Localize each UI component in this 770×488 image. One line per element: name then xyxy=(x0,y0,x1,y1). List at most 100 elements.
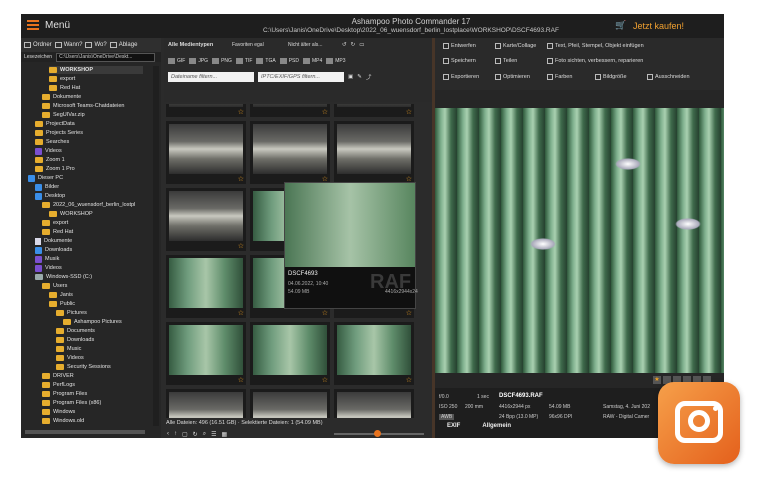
back-icon[interactable]: ‹ xyxy=(167,431,169,437)
format-checkbox[interactable]: TGA xyxy=(256,58,276,64)
toolbar-button[interactable]: Karte/Collage xyxy=(495,43,536,49)
tree-item[interactable]: Downloads xyxy=(35,246,143,254)
toolbar-button[interactable]: Text, Pfeil, Stempel, Objekt einfügen xyxy=(547,43,644,49)
thumbnail[interactable]: ☆ xyxy=(334,104,414,117)
star-icon[interactable]: ☆ xyxy=(406,377,412,384)
tree-item[interactable]: Desktop xyxy=(35,192,143,200)
favorites-select[interactable]: Favoriten egal xyxy=(232,42,284,48)
tab-general[interactable]: Allgemein xyxy=(482,423,511,429)
tree-item[interactable]: Downloads xyxy=(56,336,143,344)
storage-button[interactable]: Ablage xyxy=(109,42,137,48)
tree-item[interactable]: WORKSHOP xyxy=(49,66,143,74)
tree-item[interactable]: Public xyxy=(49,300,143,308)
tree-item[interactable]: Ashampoo Pictures xyxy=(63,318,143,326)
thumbnail[interactable]: ☆ xyxy=(166,121,246,184)
tree-item[interactable]: Janis xyxy=(49,291,143,299)
tree-h-scrollbar[interactable] xyxy=(25,430,145,434)
bookmarks-dropdown[interactable]: Lesezeichen xyxy=(24,54,52,60)
tree-item[interactable]: Program Files (x86) xyxy=(42,399,143,407)
tree-item[interactable]: Pictures xyxy=(56,309,143,317)
thumbnail[interactable]: ☆ xyxy=(166,188,246,251)
tree-item[interactable]: PerfLogs xyxy=(42,381,143,389)
tree-item[interactable]: Windows xyxy=(42,408,143,416)
tree-item[interactable]: Red Hat xyxy=(42,228,143,236)
tree-item[interactable]: 2022_06_wuensdorf_berlin_lostpl xyxy=(42,201,143,209)
tree-item[interactable]: WORKSHOP xyxy=(49,210,143,218)
tab-exif[interactable]: EXIF xyxy=(447,423,460,429)
toolbar-button[interactable]: Farben xyxy=(547,74,572,80)
view-icon[interactable]: ▦ xyxy=(221,431,227,438)
tree-item[interactable]: Dieser PC xyxy=(28,174,143,182)
tree-item[interactable]: ProjectData xyxy=(35,120,143,128)
thumbnail[interactable]: ☆ xyxy=(334,322,414,385)
thumbnail[interactable]: ☆ xyxy=(166,255,246,318)
tree-item[interactable]: Videos xyxy=(56,354,143,362)
tree-item[interactable]: Windows-SSD (C:) xyxy=(35,273,143,281)
thumbnail[interactable]: ☆ xyxy=(166,104,246,117)
toolbar-button[interactable]: Foto sichten, verbessern, reparieren xyxy=(547,58,643,64)
tree-item[interactable]: Videos xyxy=(35,147,143,155)
tree-item[interactable]: Security Sessions xyxy=(56,363,143,371)
toolbar-button[interactable]: Ausschneiden xyxy=(647,74,690,80)
slider-handle[interactable] xyxy=(374,430,381,437)
tree-item[interactable]: DRIVER xyxy=(42,372,143,380)
when-button[interactable]: Wann? xyxy=(54,42,82,48)
tree-item[interactable]: Program Files xyxy=(42,390,143,398)
format-checkbox[interactable]: JPG xyxy=(189,58,208,64)
tree-item[interactable]: Users xyxy=(42,282,143,290)
where-button[interactable]: Wo? xyxy=(85,42,107,48)
thumbnail[interactable]: ☆ xyxy=(166,389,246,418)
star-icon[interactable]: ☆ xyxy=(322,310,328,317)
thumbnail[interactable]: ☆ xyxy=(166,322,246,385)
tree-item[interactable]: Documents xyxy=(56,327,143,335)
path-field[interactable]: C:\Users\Janis\OneDrive\Deskt... xyxy=(56,52,155,62)
star-icon[interactable]: ☆ xyxy=(238,377,244,384)
rotate-right-icon[interactable]: ↻ xyxy=(351,42,356,48)
format-checkbox[interactable]: TIF xyxy=(235,58,252,64)
edit-icon[interactable]: ✎ xyxy=(357,74,362,80)
refresh-icon[interactable]: ↻ xyxy=(193,431,198,438)
thumbnail[interactable]: ☆ xyxy=(334,121,414,184)
star-icon[interactable]: ☆ xyxy=(406,310,412,317)
monitor-icon[interactable]: ▭ xyxy=(359,42,364,48)
tree-item[interactable]: Videos xyxy=(35,264,143,272)
thumbnail[interactable]: ☆ xyxy=(250,104,330,117)
cart-icon[interactable]: 🛒 xyxy=(615,20,626,31)
star-icon[interactable]: ☆ xyxy=(406,109,412,116)
tree-item[interactable]: Zoom 1 xyxy=(35,156,143,164)
thumbnail[interactable]: ☆ xyxy=(334,389,414,418)
tree-scrollbar[interactable] xyxy=(153,66,159,426)
buy-button[interactable]: Jetzt kaufen! xyxy=(633,21,684,31)
export-icon[interactable]: ⤴ xyxy=(366,73,372,81)
star-icon[interactable]: ☆ xyxy=(238,109,244,116)
trash-icon[interactable]: ▣ xyxy=(348,74,353,80)
age-select[interactable]: Nicht älter als... xyxy=(288,42,338,48)
select-icon[interactable]: ▢ xyxy=(182,431,188,438)
star-icon[interactable]: ☆ xyxy=(238,310,244,317)
format-checkbox[interactable]: MP3 xyxy=(326,58,346,64)
photo-preview[interactable] xyxy=(435,108,724,373)
sort-icon[interactable]: ☰ xyxy=(211,431,216,438)
thumbnail[interactable]: ☆ xyxy=(250,121,330,184)
star-icon[interactable]: ★ xyxy=(653,376,661,384)
toolbar-button[interactable]: Bildgröße xyxy=(595,74,627,80)
folders-button[interactable]: Ordner xyxy=(24,42,52,48)
tree-item[interactable]: Projects Series xyxy=(35,129,143,137)
toolbar-button[interactable]: Exportieren xyxy=(443,74,479,80)
tree-item[interactable]: Windows.old xyxy=(42,417,143,425)
tree-item[interactable]: SegUIVar.zip xyxy=(42,111,143,119)
toolbar-button[interactable]: Speichern xyxy=(443,58,476,64)
format-checkbox[interactable]: PSD xyxy=(279,58,299,64)
tree-item[interactable]: Red Hat xyxy=(49,84,143,92)
tree-item[interactable]: Bilder xyxy=(35,183,143,191)
star-icon[interactable]: ☆ xyxy=(238,176,244,183)
menu-label[interactable]: Menü xyxy=(45,20,70,31)
thumbnail-size-slider[interactable] xyxy=(334,430,424,437)
up-icon[interactable]: ↑ xyxy=(174,431,177,437)
toolbar-button[interactable]: Entwerfen xyxy=(443,43,476,49)
tree-item[interactable]: Searches xyxy=(35,138,143,146)
tree-item[interactable]: Zoom 1 Pro xyxy=(35,165,143,173)
format-checkbox[interactable]: PNG xyxy=(212,58,232,64)
hamburger-icon[interactable] xyxy=(27,20,39,30)
tree-item[interactable]: export xyxy=(42,219,143,227)
